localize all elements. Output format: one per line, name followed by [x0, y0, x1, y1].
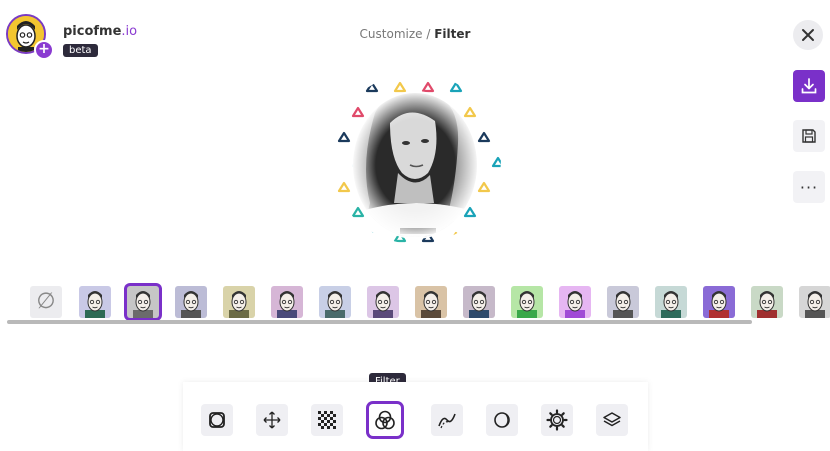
filter-thumb-extra[interactable]	[799, 286, 830, 318]
filter-tool-button[interactable]	[369, 404, 401, 436]
breadcrumb-separator: /	[422, 27, 435, 41]
pattern-triangle	[491, 106, 501, 118]
move-tool-button[interactable]	[256, 404, 288, 436]
filter-thumb-duo[interactable]	[751, 286, 783, 318]
tool-bar	[183, 382, 648, 451]
layers-tool-button[interactable]	[596, 404, 628, 436]
download-icon	[801, 78, 817, 94]
curve-tool-button[interactable]	[431, 404, 463, 436]
filter-thumb-vintage[interactable]	[463, 286, 495, 318]
filter-strip[interactable]: ∅	[0, 283, 830, 323]
filter-thumb-face-icon	[469, 291, 489, 318]
shadow-tool-button[interactable]	[486, 404, 518, 436]
filter-icon	[375, 410, 395, 430]
filter-thumb-violet[interactable]	[559, 286, 591, 318]
close-icon	[802, 29, 814, 41]
filter-thumb-face-icon	[373, 291, 393, 318]
shape-icon	[209, 412, 225, 428]
gear-icon	[546, 409, 568, 431]
filter-thumb-rgb[interactable]	[703, 286, 735, 318]
filter-thumb-face-icon	[613, 291, 633, 318]
pattern-triangle	[491, 206, 501, 218]
border-tool-button[interactable]	[541, 404, 573, 436]
breadcrumb-current: Filter	[434, 27, 471, 41]
curve-icon	[438, 413, 456, 429]
filter-thumb-grayscale[interactable]	[127, 286, 159, 318]
filter-thumb-face-icon	[709, 291, 729, 318]
breadcrumb-parent[interactable]: Customize	[360, 27, 423, 41]
more-icon: ···	[799, 177, 819, 197]
filter-thumb-face-icon	[565, 291, 585, 318]
filter-thumb-mono[interactable]	[175, 286, 207, 318]
filter-thumb-face-icon	[325, 291, 345, 318]
profile-preview	[330, 73, 501, 244]
filter-thumb-warm[interactable]	[223, 286, 255, 318]
move-icon	[263, 411, 281, 429]
filter-thumb-face-icon	[517, 291, 537, 318]
pattern-triangle	[477, 231, 491, 243]
shape-tool-button[interactable]	[201, 404, 233, 436]
filter-thumb-face-icon	[661, 291, 681, 318]
filter-thumb-face-icon	[277, 291, 297, 318]
more-options-button[interactable]: ···	[793, 171, 825, 203]
filter-scrollbar[interactable]	[7, 320, 752, 324]
filter-thumb-original[interactable]	[79, 286, 111, 318]
beta-badge: beta	[63, 44, 98, 57]
pattern-triangle	[337, 81, 351, 93]
filter-thumb-sepia[interactable]	[415, 286, 447, 318]
background-tool-button[interactable]	[311, 404, 343, 436]
filter-thumb-lime[interactable]	[511, 286, 543, 318]
layers-icon	[603, 412, 621, 427]
download-button[interactable]	[793, 70, 825, 102]
save-button[interactable]	[793, 120, 825, 152]
pattern-triangle	[337, 231, 351, 243]
add-photo-icon[interactable]: +	[34, 40, 54, 60]
pattern-triangle	[477, 81, 491, 93]
filter-thumb-face-icon	[805, 291, 825, 318]
filter-thumb-face-icon	[181, 291, 201, 318]
filter-thumb-face-icon	[133, 291, 153, 318]
filter-thumb-rose[interactable]	[367, 286, 399, 318]
save-icon	[802, 129, 816, 143]
close-button[interactable]	[793, 20, 823, 50]
filter-thumb-face-icon	[421, 291, 441, 318]
filter-thumb-mute[interactable]	[607, 286, 639, 318]
filter-thumb-teal[interactable]	[655, 286, 687, 318]
filter-thumb-face-icon	[757, 291, 777, 318]
filter-thumb-pink[interactable]	[271, 286, 303, 318]
filter-thumb-cool[interactable]	[319, 286, 351, 318]
filter-thumb-face-icon	[85, 291, 105, 318]
shadow-icon	[494, 412, 510, 428]
filter-thumb-face-icon	[229, 291, 249, 318]
no-filter-button[interactable]: ∅	[30, 286, 62, 318]
preview-image	[330, 73, 501, 244]
breadcrumb: Customize / Filter	[0, 27, 830, 41]
checker-icon	[318, 411, 336, 429]
